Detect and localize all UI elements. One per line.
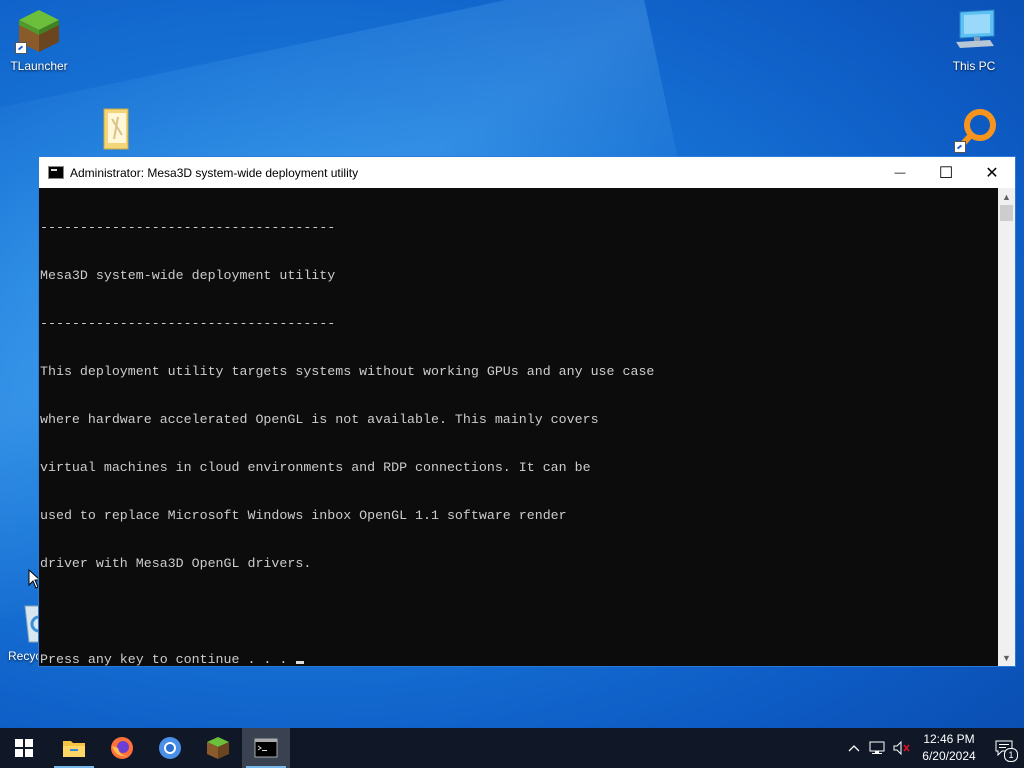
desktop-icon-label: This PC <box>952 59 996 73</box>
clock-time: 12:46 PM <box>923 732 975 746</box>
desktop-icon-tlauncher[interactable]: TLauncher <box>3 8 75 73</box>
taskbar-command-prompt[interactable] <box>242 728 290 768</box>
windows-logo-icon <box>15 739 33 757</box>
maximize-icon: ☐ <box>938 164 954 182</box>
firefox-icon <box>111 737 133 759</box>
system-tray: 12:46 PM 6/20/2024 1 <box>842 728 1024 768</box>
console-line: ------------------------------------- <box>40 220 336 235</box>
desktop-icon-folder[interactable] <box>80 105 152 156</box>
console-line: ------------------------------------- <box>40 316 336 331</box>
volume-button[interactable] <box>890 741 914 755</box>
shortcut-arrow-icon <box>15 42 27 54</box>
desktop-icon-label: TLauncher <box>10 59 68 73</box>
console-window[interactable]: Administrator: Mesa3D system-wide deploy… <box>38 156 1016 667</box>
console-icon <box>254 738 278 758</box>
volume-muted-icon <box>893 741 910 755</box>
shortcut-arrow-icon <box>954 141 966 153</box>
scroll-up-arrow-icon[interactable]: ▲ <box>998 188 1015 205</box>
start-button[interactable] <box>0 728 48 768</box>
minimize-icon: — <box>894 166 906 179</box>
minecraft-grass-block-icon <box>207 737 229 759</box>
text-cursor <box>296 661 305 664</box>
computer-monitor-icon <box>956 9 995 48</box>
network-icon <box>869 741 885 754</box>
console-line: where hardware accelerated OpenGL is not… <box>40 412 599 427</box>
clock[interactable]: 12:46 PM 6/20/2024 <box>914 731 984 765</box>
taskbar-chrome[interactable] <box>146 728 194 768</box>
console-line: This deployment utility targets systems … <box>40 364 655 379</box>
desktop-icon-app[interactable] <box>938 105 1010 158</box>
clock-date: 6/20/2024 <box>922 749 976 763</box>
window-title: Administrator: Mesa3D system-wide deploy… <box>70 165 359 180</box>
folder-icon <box>103 108 129 150</box>
chrome-icon <box>159 737 181 759</box>
taskbar-file-explorer[interactable] <box>50 728 98 768</box>
desktop-icon-this-pc[interactable]: This PC <box>938 8 1010 73</box>
action-center-button[interactable]: 1 <box>984 728 1024 768</box>
console-prompt-line: Press any key to continue . . . <box>40 652 997 666</box>
folder-icon <box>63 741 85 757</box>
maximize-button[interactable]: ☐ <box>923 157 969 188</box>
console-output[interactable]: ------------------------------------- Me… <box>39 188 998 666</box>
network-button[interactable] <box>866 741 890 755</box>
taskbar-firefox[interactable] <box>98 728 146 768</box>
console-line: virtual machines in cloud environments a… <box>40 460 591 475</box>
console-line: driver with Mesa3D OpenGL drivers. <box>40 556 312 571</box>
window-titlebar[interactable]: Administrator: Mesa3D system-wide deploy… <box>39 157 1015 188</box>
scroll-down-arrow-icon[interactable]: ▼ <box>998 649 1015 666</box>
minimize-button[interactable]: — <box>877 157 923 188</box>
console-line: used to replace Microsoft Windows inbox … <box>40 508 567 523</box>
console-line: Mesa3D system-wide deployment utility <box>40 268 336 283</box>
taskbar: 12:46 PM 6/20/2024 1 <box>0 728 1024 768</box>
console-prompt: Press any key to continue . . . <box>40 652 296 666</box>
close-button[interactable]: ✕ <box>969 157 1015 188</box>
chevron-up-icon <box>848 745 860 752</box>
notification-count-badge: 1 <box>1004 748 1018 762</box>
show-hidden-icons-button[interactable] <box>842 744 866 752</box>
close-icon: ✕ <box>985 164 999 182</box>
taskbar-tlauncher[interactable] <box>194 728 242 768</box>
console-icon <box>48 166 64 179</box>
scrollbar-thumb[interactable] <box>1000 205 1013 221</box>
vertical-scrollbar[interactable]: ▲ ▼ <box>998 188 1015 666</box>
